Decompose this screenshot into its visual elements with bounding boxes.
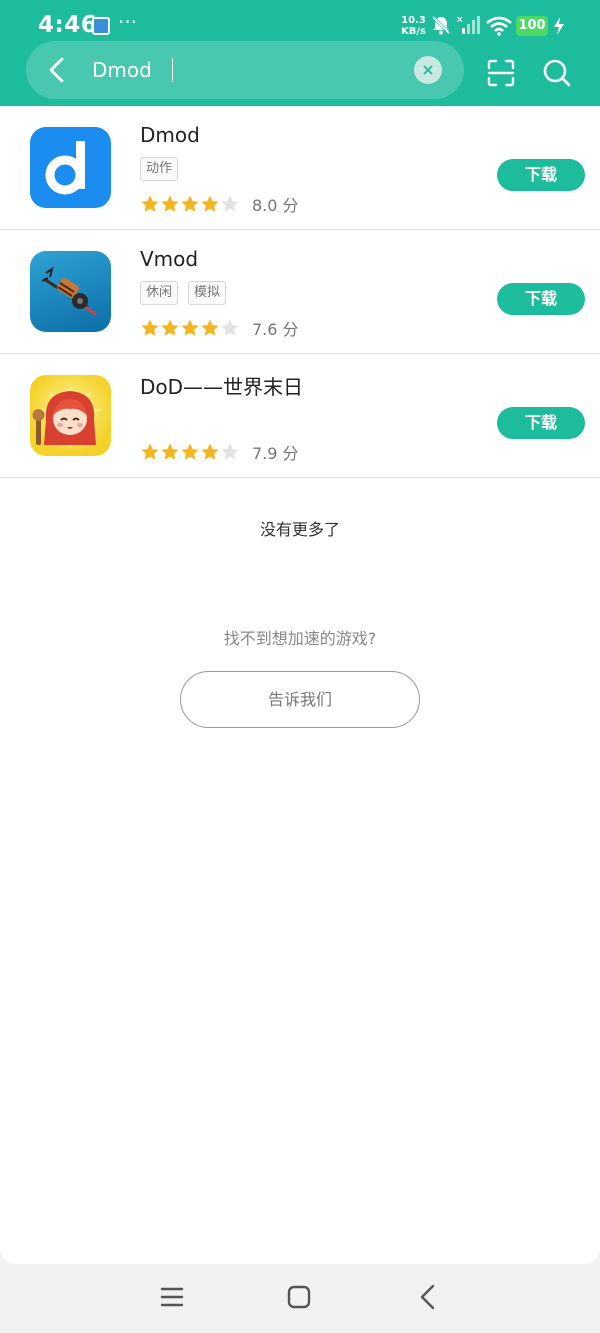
star-icon — [141, 319, 159, 336]
star-empty-icon — [221, 443, 239, 460]
rating-score: 7.6 分 — [252, 320, 299, 339]
result-row-dmod[interactable]: Dmod 动作 8.0 分 下载 — [0, 106, 600, 230]
clear-icon — [423, 65, 433, 75]
back-arrow-icon[interactable] — [42, 54, 74, 86]
signal-icon: × — [456, 15, 480, 34]
star-icon — [181, 319, 199, 336]
home-icon[interactable] — [286, 1284, 312, 1310]
search-icon[interactable] — [542, 58, 572, 88]
status-bar: 4:46 ··· 10.3 KB/s × 100 — [0, 0, 600, 44]
star-icon — [201, 443, 219, 460]
dod-app-icon[interactable] — [30, 375, 111, 456]
header: 4:46 ··· 10.3 KB/s × 100 — [0, 0, 600, 106]
dmod-app-icon[interactable] — [30, 127, 111, 208]
star-icon — [161, 443, 179, 460]
tag: 模拟 — [188, 281, 227, 305]
star-empty-icon — [221, 319, 239, 336]
battery-level: 100 — [516, 16, 548, 36]
result-row-vmod[interactable]: Vmod 休闲 模拟 7.6 分 下载 — [0, 230, 600, 354]
tag: 休闲 — [140, 281, 179, 305]
calendar-notification-icon — [92, 17, 110, 35]
rating: 7.6 分 — [140, 316, 299, 340]
rating-score: 7.9 分 — [252, 444, 299, 463]
star-icon — [161, 319, 179, 336]
result-row-dod[interactable]: DoD——世界末日 7.9 分 下载 — [0, 354, 600, 478]
more-notifications-icon: ··· — [118, 10, 138, 34]
star-icon — [141, 443, 159, 460]
system-nav-bar — [0, 1264, 600, 1333]
download-button[interactable]: 下载 — [497, 159, 585, 191]
app-name[interactable]: Vmod — [140, 247, 198, 271]
svg-text:×: × — [456, 15, 464, 25]
star-icon — [161, 195, 179, 212]
tag: 动作 — [140, 157, 179, 181]
star-icon — [181, 195, 199, 212]
tag-list: 休闲 模拟 — [140, 281, 227, 305]
network-speed-value: 10.3 — [401, 15, 426, 26]
cant-find-game-text: 找不到想加速的游戏? — [223, 629, 377, 648]
star-icon — [201, 195, 219, 212]
rating-score: 8.0 分 — [252, 196, 299, 215]
no-more-results-text: 没有更多了 — [259, 520, 340, 539]
scan-icon[interactable] — [486, 58, 516, 88]
status-time: 4:46 — [38, 12, 98, 38]
rating: 7.9 分 — [140, 440, 299, 464]
search-input[interactable] — [92, 55, 412, 85]
app-name[interactable]: DoD——世界末日 — [140, 371, 303, 400]
app-name[interactable]: Dmod — [140, 123, 200, 147]
clear-search-button[interactable] — [414, 56, 442, 84]
star-empty-icon — [221, 195, 239, 212]
search-bar — [26, 41, 464, 99]
dod-character-icon — [32, 383, 104, 449]
download-button[interactable]: 下载 — [497, 283, 585, 315]
wifi-icon — [486, 16, 512, 36]
tell-us-button[interactable]: 告诉我们 — [180, 671, 420, 728]
star-icon — [201, 319, 219, 336]
rating: 8.0 分 — [140, 192, 299, 216]
search-results-panel: Dmod 动作 8.0 分 下载 Vmod 休闲 模拟 7.6 分 下载 DoD… — [0, 106, 600, 1264]
vmod-gun-icon — [41, 266, 97, 317]
network-speed: 10.3 KB/s — [401, 15, 426, 37]
vmod-app-icon[interactable] — [30, 251, 111, 332]
star-icon — [141, 195, 159, 212]
tag-list: 动作 — [140, 157, 179, 181]
dmod-logo-icon — [45, 141, 85, 195]
star-icon — [181, 443, 199, 460]
recent-apps-icon[interactable] — [160, 1284, 184, 1310]
muted-bell-icon — [431, 15, 451, 35]
text-cursor — [172, 58, 173, 82]
charging-bolt-icon — [554, 17, 564, 35]
download-button[interactable]: 下载 — [497, 407, 585, 439]
back-icon[interactable] — [416, 1282, 440, 1312]
network-speed-unit: KB/s — [401, 26, 426, 37]
